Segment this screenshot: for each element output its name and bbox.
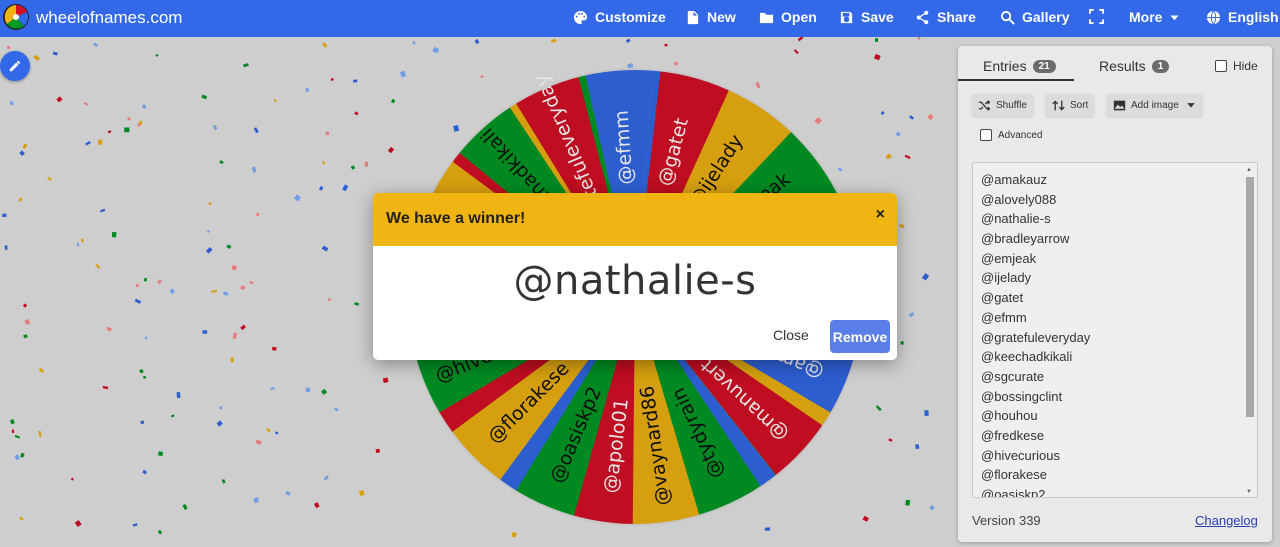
hide-label: Hide	[1233, 59, 1258, 73]
scroll-thumb[interactable]	[1246, 177, 1254, 417]
top-bar: wheelofnames.com Customize New Open Save…	[0, 0, 1280, 37]
version-text: Version 339	[972, 513, 1041, 528]
entries-scrollbar[interactable]: ▲ ▼	[1245, 165, 1255, 495]
logo-icon	[3, 4, 29, 30]
winner-dialog: We have a winner! × @nathalie-s Close Re…	[373, 193, 897, 360]
winner-name: @nathalie-s	[513, 258, 757, 304]
folder-icon	[759, 12, 774, 23]
active-tab-indicator	[958, 79, 1074, 81]
entry-item: @fredkese	[981, 427, 1045, 443]
advanced-toggle[interactable]: Advanced	[980, 129, 1042, 141]
chevron-down-icon	[1187, 103, 1195, 108]
advanced-checkbox[interactable]	[980, 129, 992, 141]
scroll-down-icon[interactable]: ▼	[1246, 489, 1252, 495]
nav-label: New	[707, 9, 736, 25]
globe-icon	[1206, 10, 1221, 24]
hide-toggle[interactable]: Hide	[1215, 59, 1258, 73]
entry-item: @ijelady	[981, 270, 1032, 286]
entry-item: @keechadkikali	[981, 349, 1073, 365]
nav-label: English	[1228, 9, 1279, 25]
sort-label: Sort	[1070, 99, 1089, 111]
palette-icon	[573, 10, 588, 24]
entry-item: @houhou	[981, 408, 1038, 424]
count-badge: 1	[1151, 59, 1170, 73]
nav-customize[interactable]: Customize	[573, 9, 666, 25]
add-image-button[interactable]: Add image	[1107, 94, 1202, 116]
hide-checkbox[interactable]	[1215, 60, 1227, 72]
nav-more[interactable]: More	[1129, 9, 1180, 25]
entry-item: @nathalie-s	[981, 211, 1051, 227]
nav-label: Gallery	[1022, 9, 1070, 25]
entry-item: @emjeak	[981, 250, 1037, 266]
add-image-label: Add image	[1131, 99, 1179, 111]
shuffle-icon	[978, 99, 991, 111]
advanced-label: Advanced	[998, 129, 1043, 141]
scroll-up-icon[interactable]: ▲	[1246, 167, 1252, 173]
entry-item: @alovely088	[981, 191, 1057, 207]
entry-item: @gratefuleveryday	[981, 329, 1091, 345]
dialog-title: We have a winner!	[386, 210, 526, 227]
nav-fullscreen[interactable]	[1089, 9, 1104, 24]
entry-item: @hivecurious	[981, 447, 1060, 463]
nav-label: More	[1129, 9, 1163, 25]
shuffle-label: Shuffle	[996, 99, 1027, 111]
sort-button[interactable]: Sort	[1046, 94, 1095, 116]
fullscreen-icon	[1089, 9, 1104, 24]
entry-item: @gatet	[981, 290, 1024, 306]
tab-entries[interactable]: Entries 21	[983, 58, 1056, 74]
entry-item: @amakauz	[981, 172, 1047, 187]
tab-bar: Entries 21 Results 1 Hide	[958, 46, 1272, 81]
image-icon	[1113, 100, 1126, 110]
brand-title[interactable]: wheelofnames.com	[36, 8, 182, 28]
side-panel: Entries 21 Results 1 Hide Shuffle Sort A…	[958, 46, 1272, 542]
share-icon	[916, 10, 929, 24]
dialog-header: We have a winner! ×	[373, 193, 897, 246]
entry-item: @florakese	[981, 467, 1047, 483]
nav-share[interactable]: Share	[915, 9, 976, 25]
tab-label: Entries	[983, 58, 1027, 74]
close-icon[interactable]: ×	[876, 206, 885, 224]
tab-label: Results	[1099, 58, 1146, 74]
entry-item: @sgcurate	[981, 368, 1045, 384]
nav-language[interactable]: English	[1206, 9, 1279, 25]
search-icon	[1000, 10, 1015, 25]
entries-list: @amakauz @alovely088 @nathalie-s @bradleyar…	[981, 170, 1091, 498]
sort-icon	[1052, 100, 1065, 110]
nav-open[interactable]: Open	[759, 9, 817, 25]
nav-label: Save	[861, 9, 894, 25]
nav-gallery[interactable]: Gallery	[1000, 9, 1069, 25]
nav-label: Share	[937, 9, 976, 25]
close-button[interactable]: Close	[773, 327, 809, 343]
entry-item: @efmm	[981, 309, 1027, 325]
entry-item: @bossingclint	[981, 388, 1063, 404]
entry-item: @bradleyarrow	[981, 231, 1070, 247]
chevron-down-icon	[1170, 14, 1180, 20]
floppy-icon	[840, 11, 853, 23]
remove-button[interactable]: Remove	[830, 320, 890, 353]
nav-label: Customize	[595, 9, 666, 25]
nav-label: Open	[781, 9, 817, 25]
edit-button[interactable]	[0, 51, 30, 81]
changelog-link[interactable]: Changelog	[1195, 513, 1258, 528]
pencil-icon	[9, 60, 21, 72]
shuffle-button[interactable]: Shuffle	[972, 94, 1033, 116]
entries-textarea[interactable]: @amakauz @alovely088 @nathalie-s @bradleyar…	[972, 162, 1258, 498]
entry-item: @oasiskp2	[981, 487, 1046, 498]
nav-new[interactable]: New	[685, 9, 736, 25]
nav-save[interactable]: Save	[839, 9, 894, 25]
tab-results[interactable]: Results 1	[1099, 58, 1170, 74]
file-icon	[687, 10, 699, 24]
count-badge: 21	[1032, 59, 1056, 73]
